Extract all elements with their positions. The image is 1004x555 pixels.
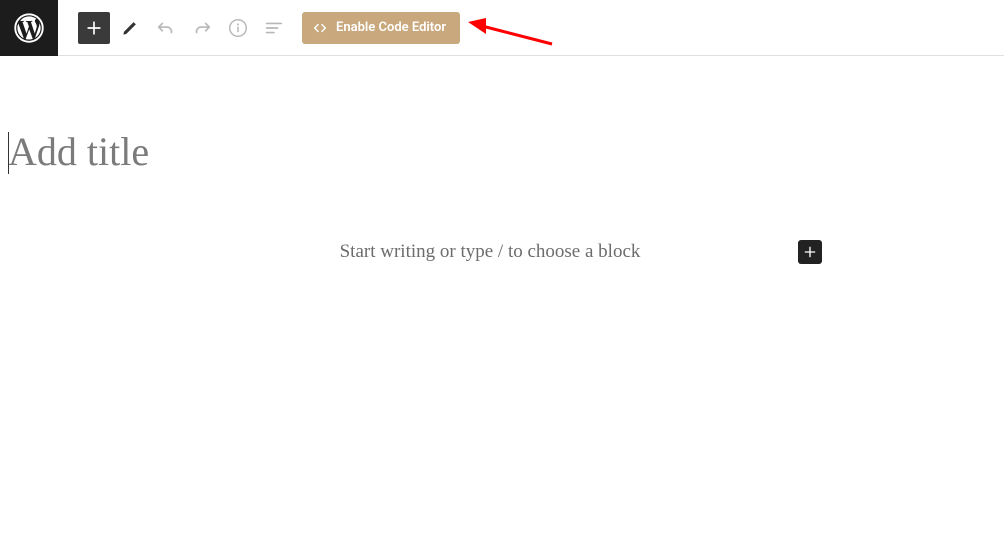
undo-icon — [155, 17, 177, 39]
editor-top-toolbar: Enable Code Editor — [0, 0, 1004, 56]
redo-button[interactable] — [186, 12, 218, 44]
edit-tool-button[interactable] — [114, 12, 146, 44]
wordpress-logo-icon — [14, 13, 44, 43]
text-cursor — [8, 132, 9, 174]
toolbar-tools: Enable Code Editor — [78, 12, 460, 44]
default-block[interactable]: Start writing or type / to choose a bloc… — [182, 240, 822, 264]
add-block-button[interactable] — [78, 12, 110, 44]
redo-icon — [191, 17, 213, 39]
undo-button[interactable] — [150, 12, 182, 44]
enable-code-editor-button[interactable]: Enable Code Editor — [302, 12, 460, 44]
editor-canvas: Add title Start writing or type / to cho… — [0, 128, 1004, 264]
post-title-placeholder: Add title — [8, 128, 1004, 176]
list-view-icon — [263, 17, 285, 39]
details-button[interactable] — [222, 12, 254, 44]
code-icon — [312, 20, 328, 36]
plus-icon — [84, 18, 104, 38]
pencil-icon — [120, 18, 140, 38]
inline-add-block-button[interactable] — [798, 240, 822, 264]
post-title-field[interactable]: Add title — [8, 128, 1004, 176]
info-icon — [227, 17, 249, 39]
block-placeholder-text: Start writing or type / to choose a bloc… — [182, 241, 798, 263]
plus-icon — [802, 244, 818, 260]
wordpress-logo-button[interactable] — [0, 0, 58, 56]
enable-code-editor-label: Enable Code Editor — [336, 20, 446, 35]
list-view-button[interactable] — [258, 12, 290, 44]
